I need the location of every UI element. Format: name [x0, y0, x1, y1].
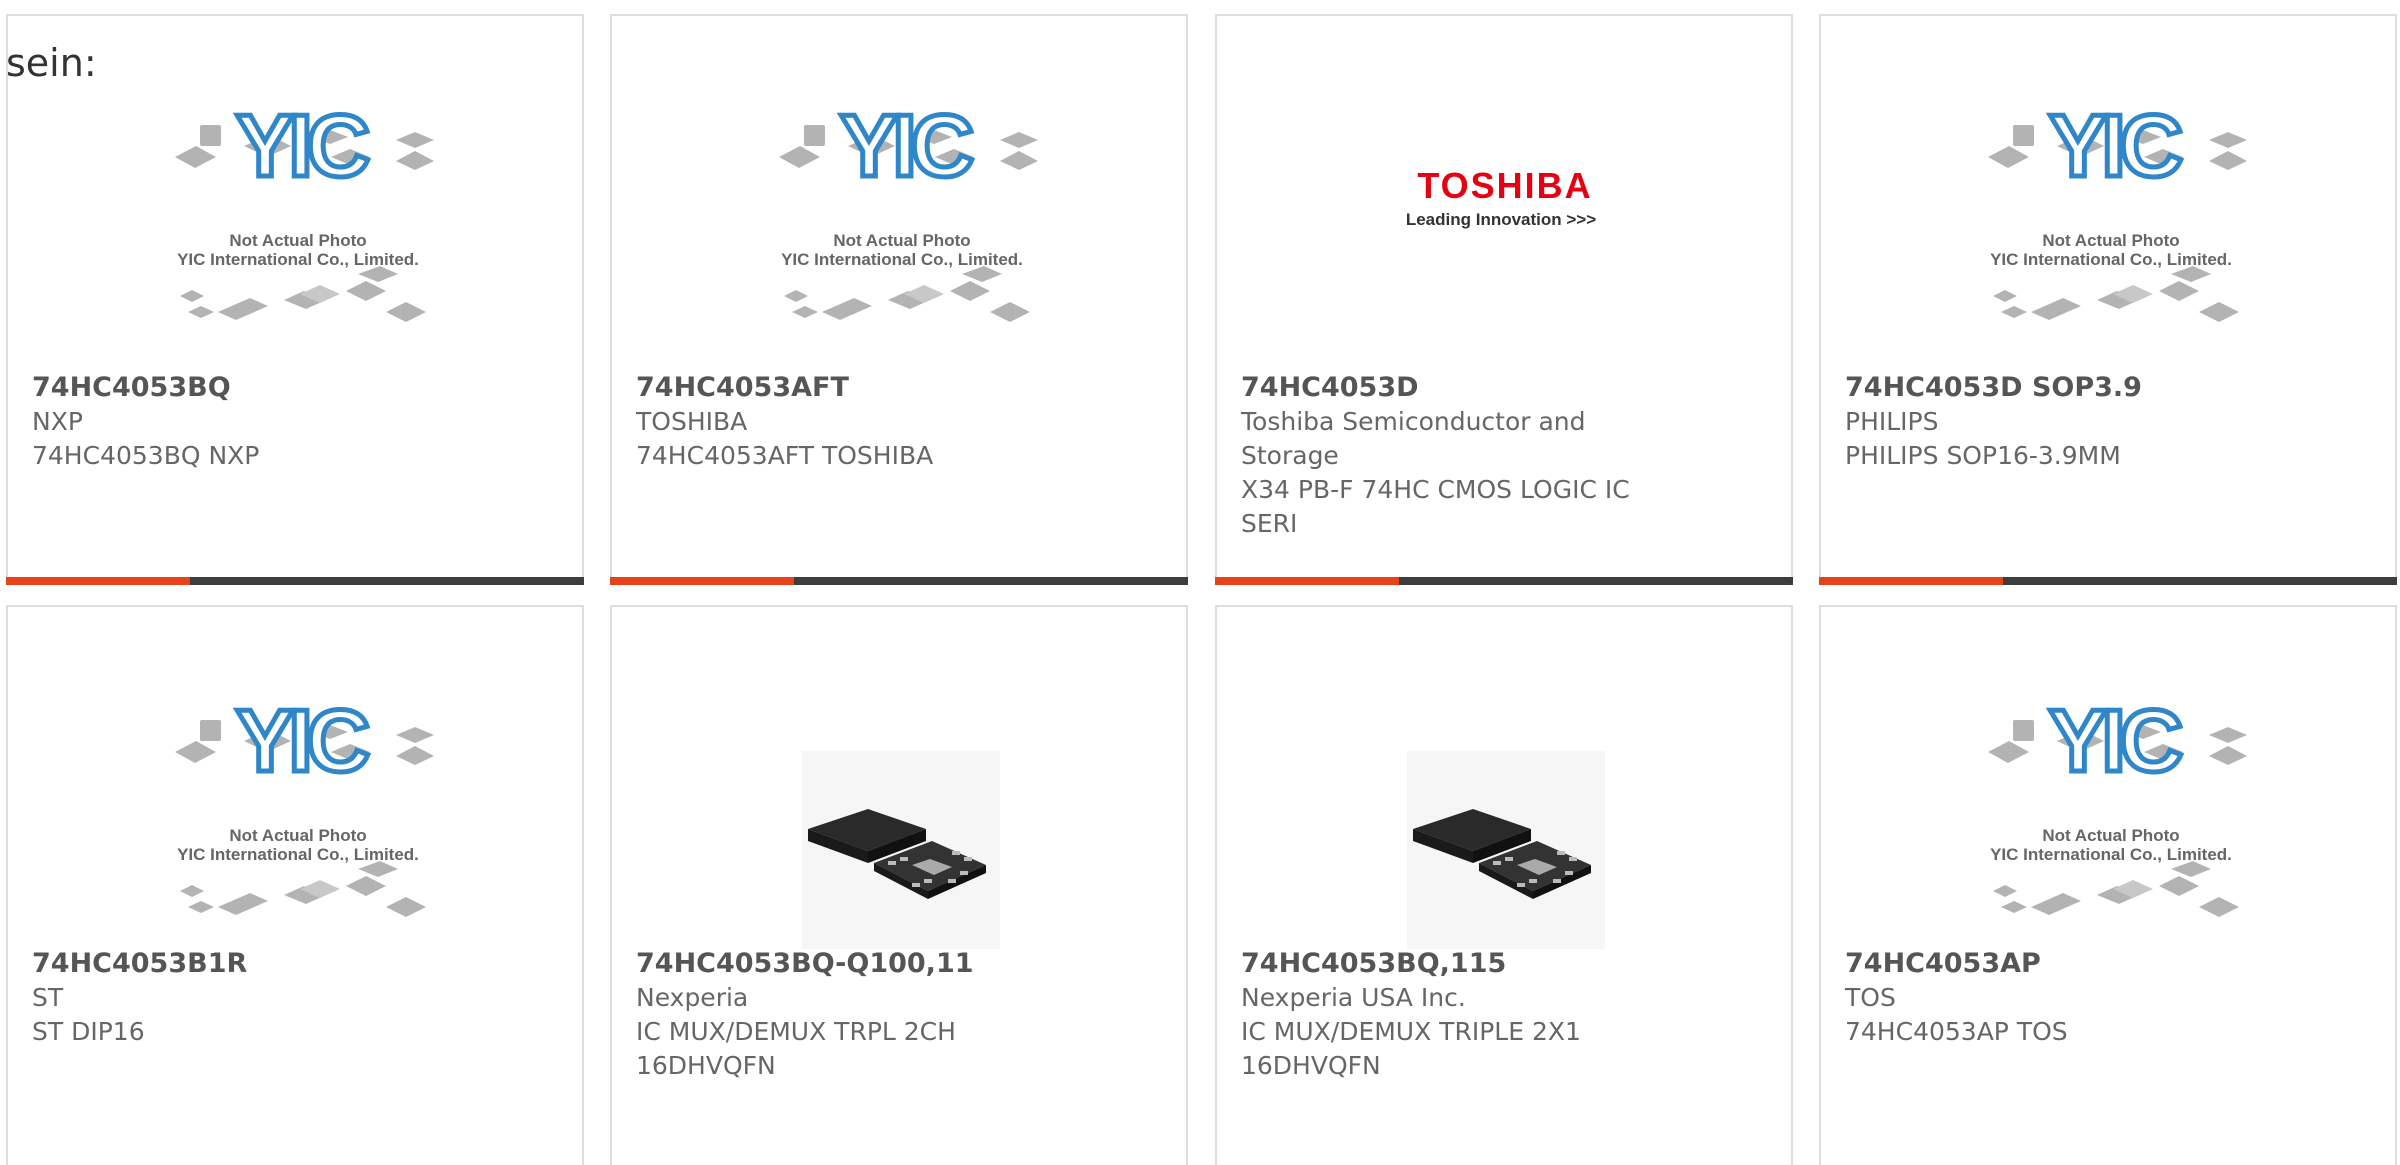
product-image[interactable]: YIC Not Actual Photo YIC International C…	[1821, 689, 2395, 959]
section-heading: sein:	[6, 41, 97, 85]
product-card[interactable]: YIC Not Actual Photo YIC International C…	[1819, 605, 2397, 1165]
product-description: ST DIP16	[32, 1017, 145, 1046]
product-image[interactable]: YIC Not Actual Photo YIC International C…	[1821, 94, 2395, 364]
placeholder-line2: YIC International Co., Limited.	[781, 250, 1023, 269]
placeholder-line2: YIC International Co., Limited.	[177, 250, 419, 269]
manufacturer: Nexperia	[636, 983, 749, 1012]
product-description: IC MUX/DEMUX TRPL 2CH 16DHVQFN	[636, 1017, 956, 1080]
toshiba-tagline: Leading Innovation >>>	[1406, 210, 1596, 229]
yic-logo-text: YIC	[2049, 106, 2182, 195]
placeholder-line1: Not Actual Photo	[229, 826, 366, 845]
yic-placeholder-image: YIC Not Actual Photo YIC International C…	[175, 689, 434, 917]
placeholder-line1: Not Actual Photo	[2042, 826, 2179, 845]
yic-placeholder-image: YIC Not Actual Photo YIC International C…	[175, 94, 434, 322]
yic-placeholder-image: YIC Not Actual Photo YIC International C…	[1988, 689, 2247, 917]
qfn-chip-photo	[802, 751, 1000, 949]
product-info: 74HC4053AFT TOSHIBA 74HC4053AFT TOSHIBA	[636, 371, 1162, 473]
card-progress-bar	[6, 577, 584, 585]
yic-logo-text: YIC	[840, 106, 973, 195]
product-info: 74HC4053BQ,115 Nexperia USA Inc. IC MUX/DE…	[1241, 947, 1767, 1083]
product-description: X34 PB-F 74HC CMOS LOGIC IC SERI	[1241, 475, 1630, 538]
yic-placeholder-image: YIC Not Actual Photo YIC International C…	[1988, 94, 2247, 322]
part-number-link[interactable]: 74HC4053AP	[1845, 947, 2371, 981]
product-info: 74HC4053D SOP3.9 PHILIPS PHILIPS SOP16-3.9…	[1845, 371, 2371, 473]
part-number-link[interactable]: 74HC4053D SOP3.9	[1845, 371, 2371, 405]
part-number-link[interactable]: 74HC4053BQ,115	[1241, 947, 1767, 981]
placeholder-line1: Not Actual Photo	[833, 231, 970, 250]
part-number-link[interactable]: 74HC4053BQ-Q100,11	[636, 947, 1162, 981]
toshiba-logo-image: TOSHIBA Leading Innovation >>>	[1406, 165, 1596, 229]
product-image[interactable]	[612, 701, 1186, 959]
yic-placeholder-image: YIC Not Actual Photo YIC International C…	[779, 94, 1038, 322]
manufacturer: TOSHIBA	[636, 407, 748, 436]
manufacturer: TOS	[1845, 983, 1896, 1012]
product-info: 74HC4053BQ-Q100,11 Nexperia IC MUX/DEMUX T…	[636, 947, 1162, 1083]
product-image[interactable]: TOSHIBA Leading Innovation >>>	[1217, 106, 1791, 364]
placeholder-line1: Not Actual Photo	[229, 231, 366, 250]
manufacturer: NXP	[32, 407, 83, 436]
product-info: 74HC4053D Toshiba Semiconductor and Stora…	[1241, 371, 1767, 541]
card-progress-accent	[1215, 577, 1399, 585]
product-image[interactable]: YIC Not Actual Photo YIC International C…	[612, 94, 1186, 364]
card-progress-accent	[6, 577, 190, 585]
product-description: 74HC4053AP TOS	[1845, 1017, 2068, 1046]
product-card[interactable]: 74HC4053BQ-Q100,11 Nexperia IC MUX/DEMUX T…	[610, 605, 1188, 1165]
product-image[interactable]: YIC Not Actual Photo YIC International C…	[8, 689, 582, 959]
manufacturer: Nexperia USA Inc.	[1241, 983, 1466, 1012]
card-progress-accent	[610, 577, 794, 585]
placeholder-line2: YIC International Co., Limited.	[177, 845, 419, 864]
yic-logo-text: YIC	[2049, 701, 2182, 790]
product-info: 74HC4053BQ NXP 74HC4053BQ NXP	[32, 371, 558, 473]
card-progress-bar	[610, 577, 1188, 585]
part-number-link[interactable]: 74HC4053D	[1241, 371, 1767, 405]
manufacturer: PHILIPS	[1845, 407, 1939, 436]
product-description: 74HC4053AFT TOSHIBA	[636, 441, 934, 470]
product-info: 74HC4053B1R ST ST DIP16	[32, 947, 558, 1049]
part-number-link[interactable]: 74HC4053B1R	[32, 947, 558, 981]
manufacturer: ST	[32, 983, 64, 1012]
card-progress-accent	[1819, 577, 2003, 585]
manufacturer: Toshiba Semiconductor and Storage	[1241, 407, 1586, 470]
yic-logo-text: YIC	[236, 701, 369, 790]
product-info: 74HC4053AP TOS 74HC4053AP TOS	[1845, 947, 2371, 1049]
product-card[interactable]: YIC Not Actual Photo YIC International C…	[6, 14, 584, 585]
product-description: IC MUX/DEMUX TRIPLE 2X1 16DHVQFN	[1241, 1017, 1581, 1080]
part-number-link[interactable]: 74HC4053BQ	[32, 371, 558, 405]
qfn-chip-photo	[1407, 751, 1605, 949]
product-card[interactable]: 74HC4053BQ,115 Nexperia USA Inc. IC MUX/DE…	[1215, 605, 1793, 1165]
placeholder-line2: YIC International Co., Limited.	[1990, 250, 2232, 269]
product-card[interactable]: YIC Not Actual Photo YIC International C…	[6, 605, 584, 1165]
product-image[interactable]	[1217, 701, 1791, 959]
product-card[interactable]: YIC Not Actual Photo YIC International C…	[1819, 14, 2397, 585]
product-description: 74HC4053BQ NXP	[32, 441, 260, 470]
part-number-link[interactable]: 74HC4053AFT	[636, 371, 1162, 405]
placeholder-line2: YIC International Co., Limited.	[1990, 845, 2232, 864]
product-card[interactable]: TOSHIBA Leading Innovation >>> 74HC4053D…	[1215, 14, 1793, 585]
placeholder-line1: Not Actual Photo	[2042, 231, 2179, 250]
yic-logo-text: YIC	[236, 106, 369, 195]
product-image[interactable]: YIC Not Actual Photo YIC International C…	[8, 94, 582, 364]
product-card[interactable]: YIC Not Actual Photo YIC International C…	[610, 14, 1188, 585]
card-progress-bar	[1819, 577, 2397, 585]
card-progress-bar	[1215, 577, 1793, 585]
product-description: PHILIPS SOP16-3.9MM	[1845, 441, 2121, 470]
toshiba-brand-text: TOSHIBA	[1417, 165, 1592, 206]
